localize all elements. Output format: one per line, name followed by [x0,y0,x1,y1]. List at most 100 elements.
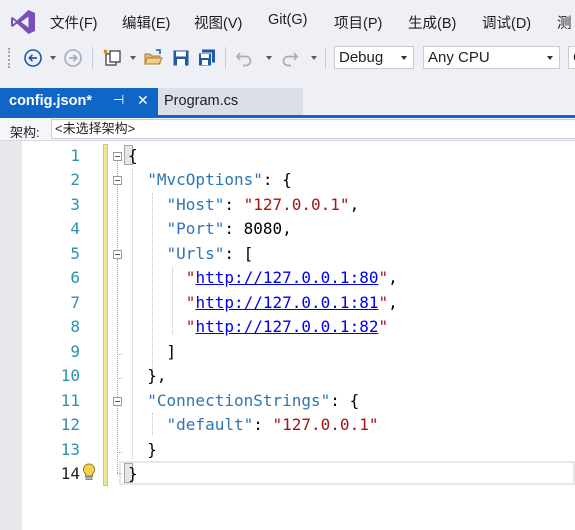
json-string: " [185,317,196,336]
redo-dropdown-icon[interactable] [311,56,317,60]
new-project-icon[interactable] [103,48,123,68]
line-number: 5 [70,244,80,263]
url-link[interactable]: http://127.0.0.1:80 [195,268,378,287]
code-line: { [128,146,138,165]
current-line-highlight [119,461,575,485]
collapse-region-icon[interactable] [113,152,122,161]
chevron-down-icon [401,56,407,60]
outline-end-tick [117,452,122,454]
back-icon[interactable] [23,48,43,68]
platform-value: Any CPU [428,49,490,66]
line-number: 7 [70,293,80,312]
pin-tab-icon[interactable]: ⊣ [113,92,124,108]
code-token: } [128,464,138,483]
chevron-down-icon [547,56,553,60]
code-line: "Urls": [ [128,244,254,263]
toolbar: Debug Any CPU C [0,42,575,74]
code-token: : { [262,170,292,189]
toolbar-separator [92,47,93,69]
line-number: 13 [60,440,80,459]
line-number: 1 [70,146,80,165]
outline-line [117,161,119,176]
tab-title: Program.cs [164,93,239,109]
code-line: } [128,464,138,483]
configuration-value: Debug [339,49,384,66]
code-token: : { [330,391,360,410]
outline-line [117,406,119,473]
schema-navigation-bar: 架构: <未选择架构> [0,118,575,141]
line-number: 12 [60,415,80,434]
line-number: 2 [70,170,80,189]
json-key: "ConnectionStrings" [147,391,331,410]
json-key: "default" [166,415,254,434]
json-string: " [185,268,196,287]
tab-config-json[interactable]: config.json* ⊣ ✕ [0,88,158,115]
menu-git[interactable]: Git(G) [268,12,307,28]
code-token: : 8080, [224,219,292,238]
save-icon[interactable] [171,48,191,68]
undo-dropdown-icon[interactable] [266,56,272,60]
close-tab-icon[interactable]: ✕ [137,92,149,109]
json-key: "Host" [166,195,225,214]
solution-configuration-select[interactable]: Debug [334,46,414,69]
back-dropdown-icon[interactable] [50,56,56,60]
schema-select[interactable]: <未选择架构> [51,119,575,139]
toolbar-separator [225,47,226,69]
outline-line [117,259,119,397]
line-number: 6 [70,268,80,287]
code-line: "Port": 8080, [128,219,292,238]
open-folder-icon[interactable] [143,48,163,68]
code-line: "ConnectionStrings": { [128,391,359,410]
collapse-region-icon[interactable] [113,176,122,185]
redo-icon[interactable] [280,48,300,68]
lightbulb-icon[interactable] [82,463,96,481]
code-line: "http://127.0.0.1:80", [128,268,398,287]
tab-program-cs[interactable]: Program.cs [158,88,303,115]
editor-indicator-margin[interactable] [0,141,22,530]
url-link[interactable]: http://127.0.0.1:82 [195,317,378,336]
visual-studio-logo-icon[interactable] [10,9,36,35]
json-string: "127.0.0.1" [272,415,379,434]
line-number: 14 [60,464,80,483]
undo-icon[interactable] [234,48,254,68]
code-line: "http://127.0.0.1:82" [128,317,388,336]
json-string: "127.0.0.1" [243,195,350,214]
menu-file[interactable]: 文件(F) [50,12,98,33]
line-number: 9 [70,342,80,361]
code-editor[interactable]: 1 2 3 4 5 6 7 8 9 10 11 12 13 14 { "MvcO… [0,141,575,530]
code-token: : [224,195,244,214]
code-token: , [388,268,398,287]
toolbar-grip[interactable] [8,48,13,68]
menu-edit[interactable]: 编辑(E) [122,12,170,33]
menu-build[interactable]: 生成(B) [408,12,456,33]
code-line: "default": "127.0.0.1" [128,415,379,434]
url-link[interactable]: http://127.0.0.1:81 [195,293,378,312]
json-string: " [378,293,389,312]
new-dropdown-icon[interactable] [130,56,136,60]
outline-line [117,185,119,250]
menu-debug[interactable]: 调试(D) [482,12,531,33]
menu-test[interactable]: 测 [557,12,572,33]
code-token: , [388,293,398,312]
line-number: 11 [60,391,80,410]
collapse-region-icon[interactable] [113,397,122,406]
solution-platform-select[interactable]: Any CPU [423,46,560,69]
code-line: "MvcOptions": { [128,170,292,189]
schema-label: 架构: [10,125,40,140]
json-key: "MvcOptions" [147,170,263,189]
code-line: } [128,440,157,459]
json-string: " [378,268,389,287]
startup-item-select[interactable]: C [568,46,575,69]
code-line: ] [128,342,177,361]
code-line: }, [128,366,166,385]
json-string: " [185,293,196,312]
code-token: { [128,146,138,165]
json-string: " [378,317,389,336]
forward-icon[interactable] [63,48,83,68]
save-all-icon[interactable] [197,48,217,68]
line-number: 10 [60,366,80,385]
collapse-region-icon[interactable] [113,250,122,259]
menu-project[interactable]: 项目(P) [334,12,382,33]
json-key: "Urls" [166,244,225,263]
menu-view[interactable]: 视图(V) [194,12,242,33]
